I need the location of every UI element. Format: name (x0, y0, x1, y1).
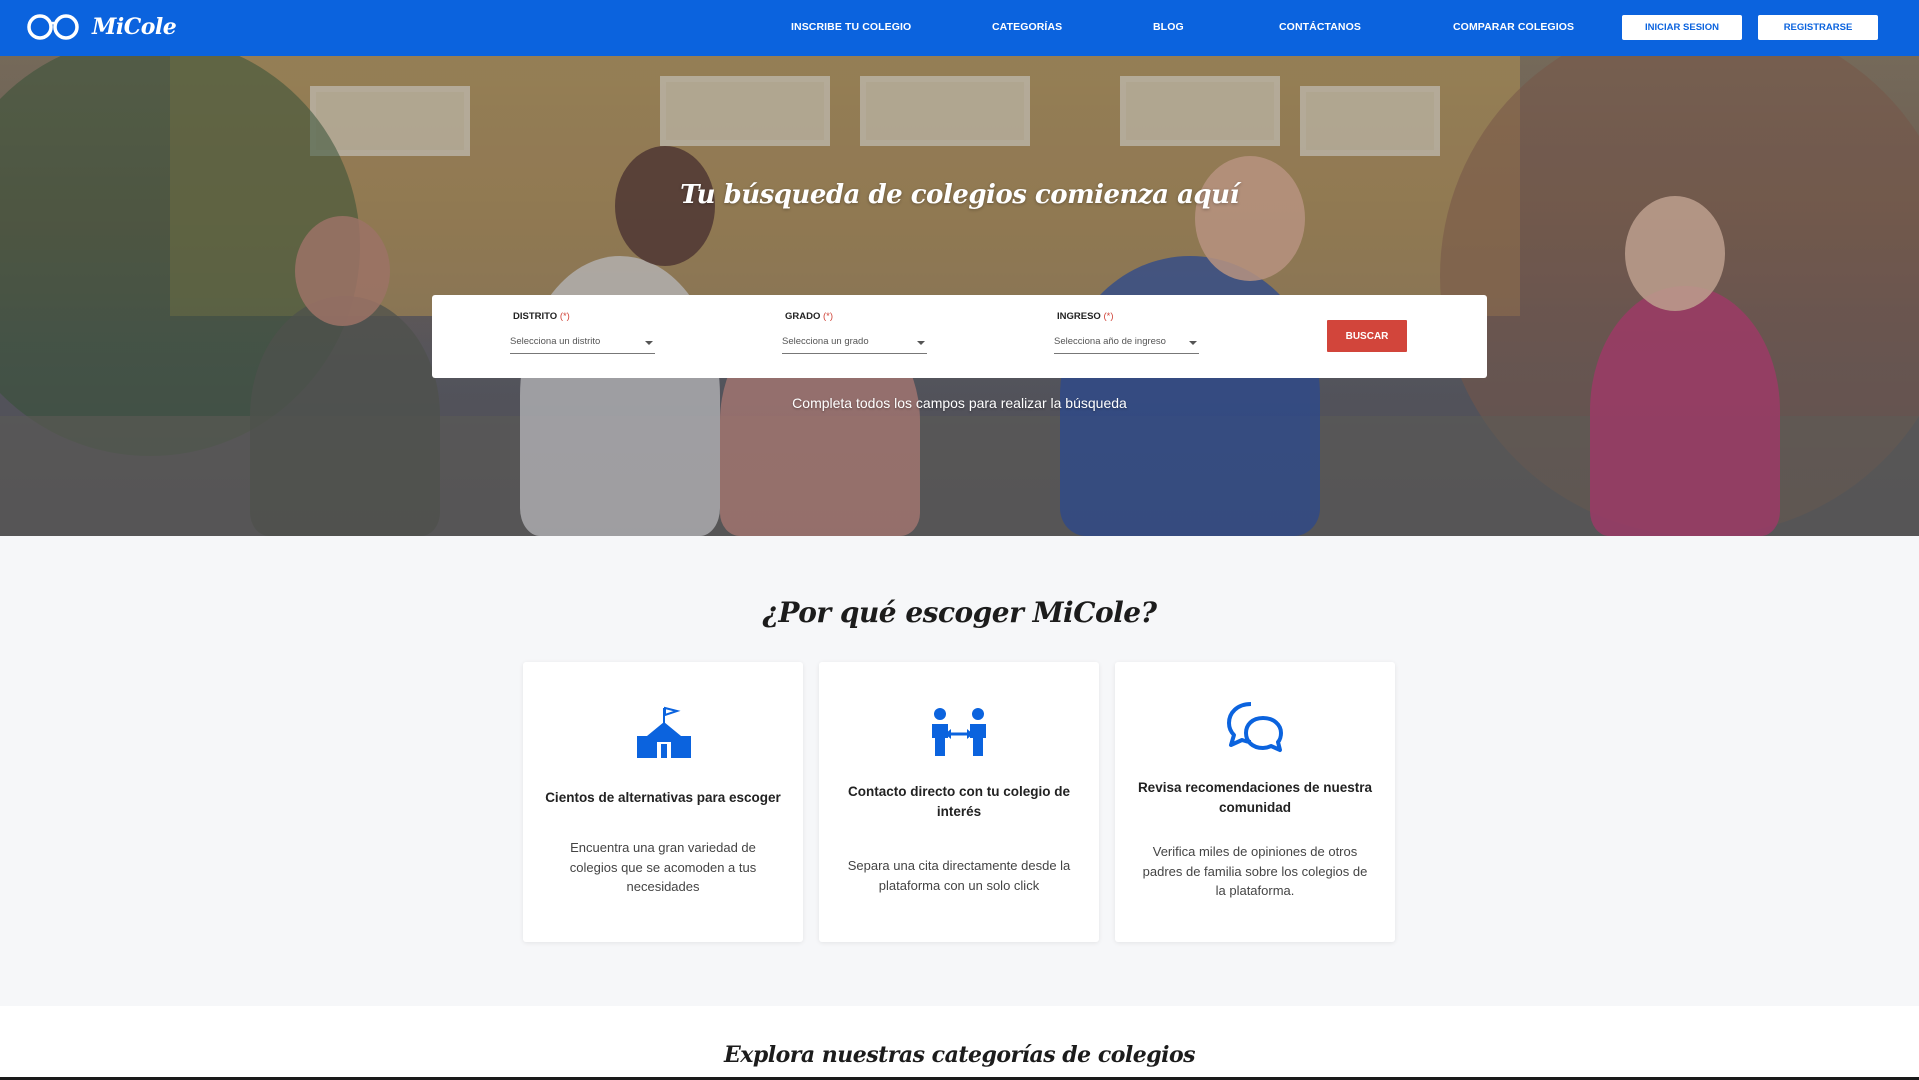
feature-card-text: Verifica miles de opiniones de otros pad… (1142, 844, 1368, 898)
nav-link-comparar[interactable]: COMPARAR COLEGIOS (1453, 21, 1574, 33)
school-icon (637, 706, 691, 758)
nav-link-contactanos[interactable]: CONTÁCTANOS (1279, 21, 1361, 33)
entry-year-placeholder: Selecciona año de ingreso (1054, 336, 1166, 347)
glasses-logo-icon (27, 14, 79, 40)
dropdown-caret-icon (1189, 341, 1197, 345)
hero-title: Tu búsqueda de colegios comienza aquí (680, 180, 1239, 210)
feature-card-text: Separa una cita directamente desde la pl… (847, 858, 1071, 893)
brand-logo[interactable]: MiCole (26, 12, 177, 42)
nav-link-categorias[interactable]: CATEGORÍAS (992, 21, 1062, 33)
brand-name: MiCole (92, 14, 177, 40)
grade-label-text: GRADO (785, 311, 821, 322)
feature-card: Contacto directo con tu colegio de inter… (819, 662, 1099, 942)
why-title: ¿Por qué escoger MiCole? (762, 596, 1157, 629)
grade-placeholder: Selecciona un grado (782, 336, 869, 347)
feature-card-title: Cientos de alternativas para escoger (545, 790, 781, 805)
feature-card-title: Contacto directo con tu colegio de inter… (847, 784, 1070, 819)
entry-year-field: INGRESO (*) Selecciona año de ingreso (1054, 311, 1199, 354)
login-button[interactable]: INICIAR SESION (1622, 15, 1742, 40)
required-mark: (*) (559, 311, 570, 322)
search-button[interactable]: BUSCAR (1327, 320, 1407, 352)
district-select[interactable]: Selecciona un distrito (510, 336, 655, 354)
district-field: DISTRITO (*) Selecciona un distrito (510, 311, 655, 354)
grade-label: GRADO (*) (785, 311, 927, 322)
district-label: DISTRITO (*) (513, 311, 655, 322)
nav-link-blog[interactable]: BLOG (1153, 21, 1184, 33)
feature-card: Cientos de alternativas para escoger Enc… (523, 662, 803, 942)
contact-people-icon (932, 708, 986, 756)
nav-link-inscribe[interactable]: INSCRIBE TU COLEGIO (791, 21, 911, 33)
feature-card-title: Revisa recomendaciones de nuestra comuni… (1137, 780, 1373, 815)
required-mark: (*) (823, 311, 834, 322)
entry-year-label-text: INGRESO (1057, 311, 1101, 322)
why-section: ¿Por qué escoger MiCole? Cientos de alte… (0, 536, 1919, 1006)
entry-year-select[interactable]: Selecciona año de ingreso (1054, 336, 1199, 354)
district-placeholder: Selecciona un distrito (510, 336, 601, 347)
dropdown-caret-icon (645, 341, 653, 345)
grade-select[interactable]: Selecciona un grado (782, 336, 927, 354)
feature-card-text: Encuentra una gran variedad de colegios … (569, 840, 757, 894)
categories-title: Explora nuestras categorías de colegios (723, 1042, 1196, 1068)
categories-section: Explora nuestras categorías de colegios (0, 1006, 1919, 1080)
required-mark: (*) (1103, 311, 1114, 322)
register-button[interactable]: REGISTRARSE (1758, 15, 1878, 40)
top-navbar: MiCole INSCRIBE TU COLEGIO CATEGORÍAS BL… (0, 0, 1919, 56)
school-search-form: DISTRITO (*) Selecciona un distrito GRAD… (432, 295, 1487, 378)
hero-banner: Tu búsqueda de colegios comienza aquí DI… (0, 56, 1919, 536)
search-hint: Completa todos los campos para realizar … (792, 395, 1127, 411)
chat-bubbles-icon (1227, 702, 1283, 752)
grade-field: GRADO (*) Selecciona un grado (782, 311, 927, 354)
entry-year-label: INGRESO (*) (1057, 311, 1199, 322)
feature-card: Revisa recomendaciones de nuestra comuni… (1115, 662, 1395, 942)
district-label-text: DISTRITO (513, 311, 558, 322)
dropdown-caret-icon (917, 341, 925, 345)
